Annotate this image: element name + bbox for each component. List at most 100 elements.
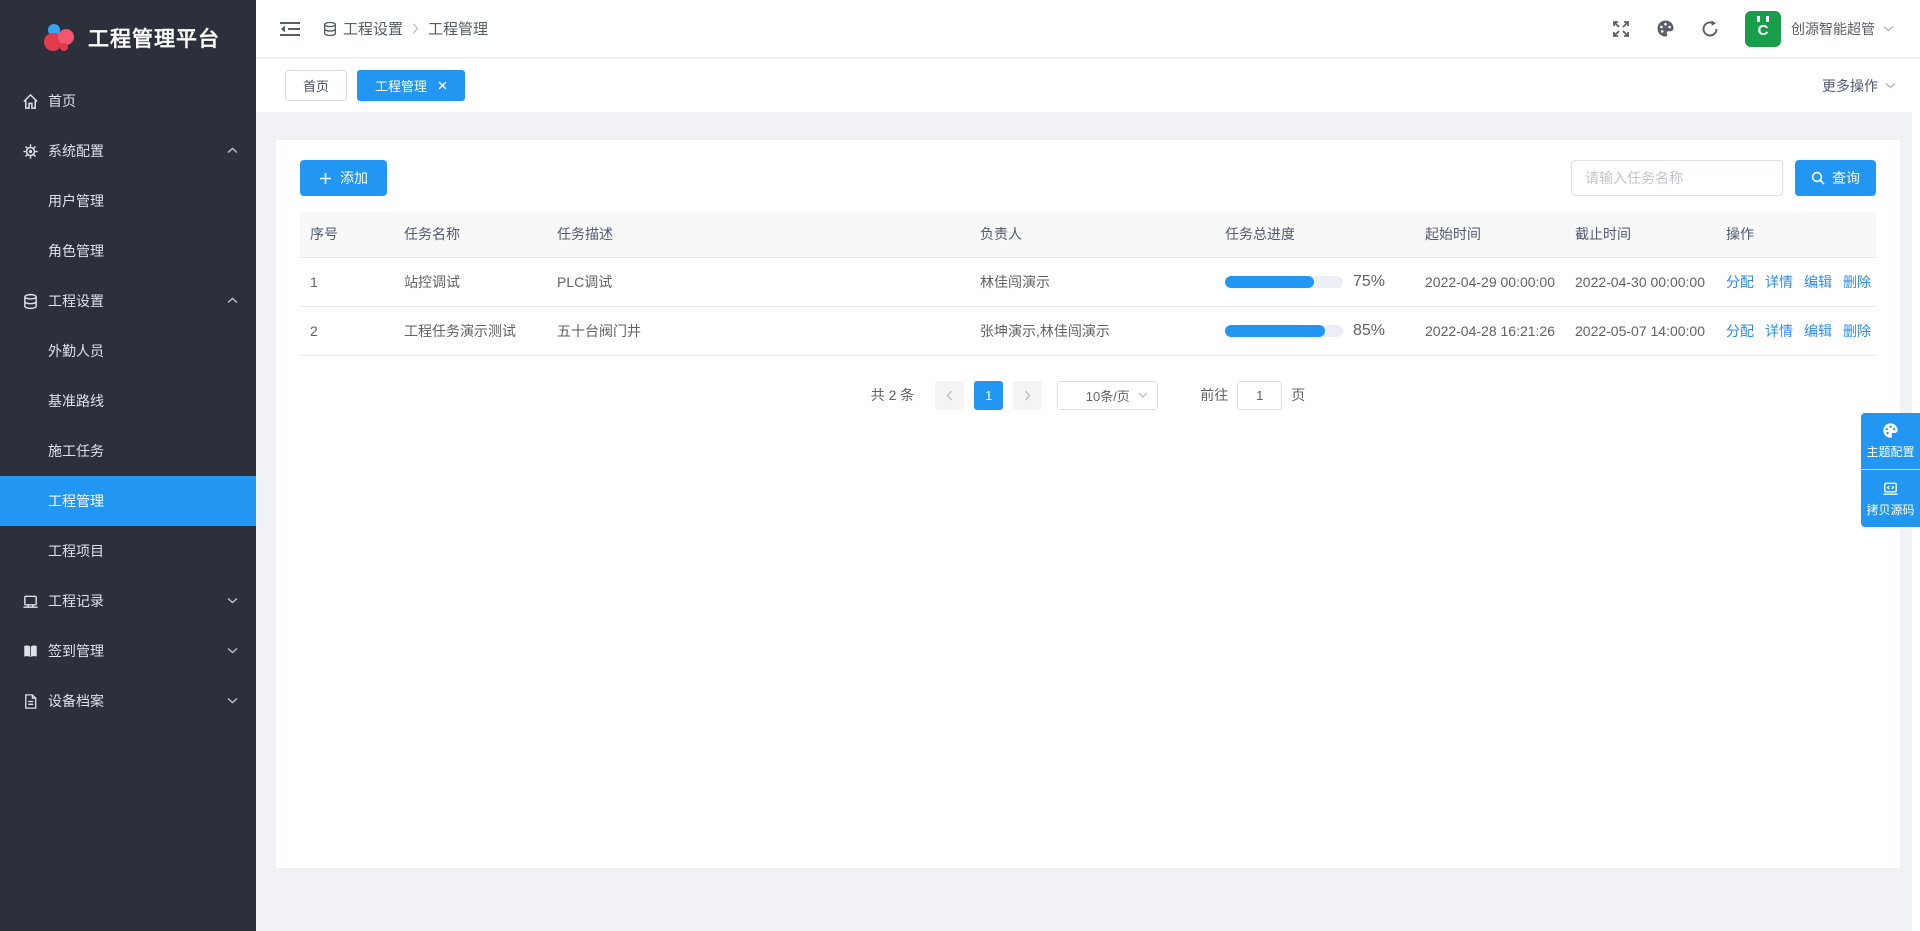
cell-task-desc: 五十台阀门井 — [547, 306, 970, 355]
tab-label: 首页 — [303, 76, 329, 95]
palette-icon — [1882, 422, 1899, 439]
progress-track — [1225, 276, 1343, 288]
breadcrumb-item-current: 工程管理 — [428, 18, 488, 39]
chevron-up-icon — [227, 297, 238, 304]
top-header: 工程设置 工程管理 C 创源智能超管 — [256, 0, 1920, 58]
more-actions-dropdown[interactable]: 更多操作 — [1822, 59, 1896, 112]
sidebar-item-project-settings[interactable]: 工程设置 — [0, 276, 256, 326]
detail-link[interactable]: 详情 — [1765, 323, 1793, 339]
goto-page-input[interactable] — [1237, 381, 1282, 410]
page-size-select[interactable]: 10条/页 — [1057, 381, 1158, 410]
chevron-down-icon — [227, 647, 238, 654]
sidebar-item-label: 施工任务 — [48, 441, 104, 461]
sidebar-item-project-mgmt[interactable]: 工程管理 — [0, 476, 256, 526]
progress-label: 85% — [1353, 322, 1385, 340]
sidebar-item-label: 外勤人员 — [48, 341, 104, 361]
progress-track — [1225, 325, 1343, 337]
laptop-code-icon — [1882, 480, 1899, 497]
cell-end-time: 2022-05-07 14:00:00 — [1565, 306, 1716, 355]
col-task-name: 任务名称 — [394, 212, 547, 257]
pagination-total: 共 2 条 — [871, 385, 915, 405]
assign-link[interactable]: 分配 — [1726, 274, 1754, 290]
sidebar-item-base-route[interactable]: 基准路线 — [0, 376, 256, 426]
cell-task-name: 工程任务演示测试 — [394, 306, 547, 355]
cell-seq: 1 — [300, 257, 394, 306]
sidebar-item-role-mgmt[interactable]: 角色管理 — [0, 226, 256, 276]
theme-config-button[interactable]: 主题配置 — [1861, 413, 1920, 470]
sidebar-item-label: 首页 — [48, 91, 76, 111]
goto-suffix-label: 页 — [1291, 385, 1305, 405]
cell-task-name: 站控调试 — [394, 257, 547, 306]
sidebar-item-field-staff[interactable]: 外勤人员 — [0, 326, 256, 376]
prev-page-button[interactable] — [935, 381, 964, 410]
close-icon[interactable] — [438, 81, 447, 90]
sidebar-item-user-mgmt[interactable]: 用户管理 — [0, 176, 256, 226]
chevron-down-icon — [1138, 392, 1148, 398]
cell-owner: 林佳闯演示 — [970, 257, 1215, 306]
page-number-button[interactable]: 1 — [974, 381, 1003, 410]
breadcrumb-label: 工程设置 — [343, 18, 403, 39]
copy-source-button[interactable]: 拷贝源码 — [1861, 470, 1920, 527]
sidebar-item-project-records[interactable]: 工程记录 — [0, 576, 256, 626]
search-input[interactable] — [1571, 160, 1783, 196]
chevron-down-icon[interactable] — [1883, 25, 1894, 32]
sidebar-item-construction-task[interactable]: 施工任务 — [0, 426, 256, 476]
sidebar-item-system-config[interactable]: 系统配置 — [0, 126, 256, 176]
avatar[interactable]: C — [1745, 11, 1781, 47]
chevron-down-icon — [227, 697, 238, 704]
query-button[interactable]: 查询 — [1795, 160, 1876, 196]
delete-link[interactable]: 删除 — [1843, 274, 1871, 290]
sidebar-item-label: 设备档案 — [48, 691, 104, 711]
detail-link[interactable]: 详情 — [1765, 274, 1793, 290]
assign-link[interactable]: 分配 — [1726, 323, 1754, 339]
theme-palette-icon[interactable] — [1656, 19, 1675, 38]
chevron-down-icon — [227, 597, 238, 604]
book-icon — [22, 643, 39, 660]
sidebar-item-label: 工程设置 — [48, 291, 104, 311]
app-logo: 工程管理平台 — [0, 0, 256, 76]
add-button[interactable]: 添加 — [300, 160, 387, 196]
cell-actions: 分配详情编辑删除 — [1716, 257, 1876, 306]
cell-start-time: 2022-04-28 16:21:26 — [1415, 306, 1565, 355]
chevron-left-icon — [946, 390, 953, 401]
col-actions: 操作 — [1716, 212, 1876, 257]
sidebar-collapse-icon[interactable] — [280, 21, 300, 37]
breadcrumb: 工程设置 工程管理 — [322, 18, 488, 39]
cell-owner: 张坤演示,林佳闯演示 — [970, 306, 1215, 355]
sidebar-item-label: 角色管理 — [48, 241, 104, 261]
sidebar-item-home[interactable]: 首页 — [0, 76, 256, 126]
sidebar-item-checkin-mgmt[interactable]: 签到管理 — [0, 626, 256, 676]
breadcrumb-item-settings[interactable]: 工程设置 — [322, 18, 403, 39]
user-name[interactable]: 创源智能超管 — [1791, 19, 1875, 39]
pagination: 共 2 条 1 10条/页 前往 页 — [276, 381, 1900, 410]
more-actions-label: 更多操作 — [1822, 76, 1878, 96]
tab-home[interactable]: 首页 — [285, 70, 347, 101]
sidebar: 工程管理平台 首页 系统配置 用户管理 角色管理 工程设置 外勤人员 基准路线 — [0, 0, 256, 931]
edit-link[interactable]: 编辑 — [1804, 274, 1832, 290]
chevron-right-icon — [1024, 390, 1031, 401]
progress-label: 75% — [1353, 273, 1385, 291]
sidebar-item-label: 系统配置 — [48, 141, 104, 161]
col-end-time: 截止时间 — [1565, 212, 1716, 257]
cell-progress: 85% — [1215, 306, 1415, 355]
pagination-goto: 前往 页 — [1200, 381, 1305, 410]
table-row: 2 工程任务演示测试 五十台阀门井 张坤演示,林佳闯演示 85% 2022-04… — [300, 306, 1876, 355]
sidebar-item-label: 签到管理 — [48, 641, 104, 661]
progress-bar — [1225, 325, 1325, 337]
chevron-up-icon — [227, 147, 238, 154]
refresh-icon[interactable] — [1701, 20, 1719, 38]
tab-bar: 首页 工程管理 更多操作 — [256, 59, 1920, 112]
edit-link[interactable]: 编辑 — [1804, 323, 1832, 339]
sidebar-item-project-items[interactable]: 工程项目 — [0, 526, 256, 576]
delete-link[interactable]: 删除 — [1843, 323, 1871, 339]
fullscreen-icon[interactable] — [1612, 20, 1630, 38]
cell-task-desc: PLC调试 — [547, 257, 970, 306]
cell-actions: 分配详情编辑删除 — [1716, 306, 1876, 355]
goto-prefix-label: 前往 — [1200, 385, 1228, 405]
table-row: 1 站控调试 PLC调试 林佳闯演示 75% 2022-04-29 00:00:… — [300, 257, 1876, 306]
next-page-button[interactable] — [1013, 381, 1042, 410]
tab-project-mgmt[interactable]: 工程管理 — [357, 70, 465, 101]
home-icon — [22, 93, 39, 110]
breadcrumb-label: 工程管理 — [428, 18, 488, 39]
sidebar-item-device-archive[interactable]: 设备档案 — [0, 676, 256, 726]
